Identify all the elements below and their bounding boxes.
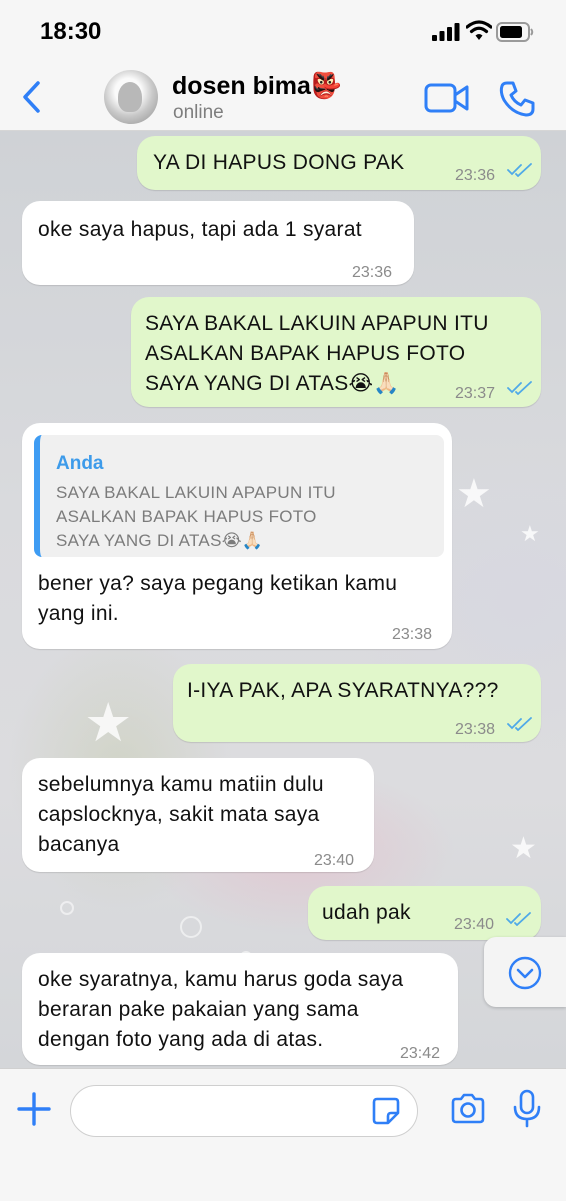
status-time: 18:30 xyxy=(40,18,102,45)
message-bubble-outgoing[interactable]: I-IYA PAK, APA SYARATNYA??? 23:38 xyxy=(173,664,541,742)
chat-area[interactable]: ★ ★ ★ ★ YA DI HAPUS DONG PAK 23:36 oke s… xyxy=(0,131,566,1068)
input-bar xyxy=(0,1068,566,1201)
message-bubble-incoming[interactable]: oke saya hapus, tapi ada 1 syarat 23:36 xyxy=(22,201,414,285)
message-text: oke syaratnya, kamu harus goda saya bera… xyxy=(38,968,404,1051)
message-bubble-outgoing[interactable]: SAYA BAKAL LAKUIN APAPUN ITU ASALKAN BAP… xyxy=(131,297,541,407)
contact-status: online xyxy=(173,102,224,123)
wallpaper-star: ★ xyxy=(510,832,537,865)
message-time: 23:36 xyxy=(352,264,393,281)
message-text: oke saya hapus, tapi ada 1 syarat xyxy=(38,218,362,241)
message-time: 23:40 xyxy=(454,916,495,933)
scroll-down-button[interactable] xyxy=(484,937,566,1007)
message-time: 23:37 xyxy=(455,385,496,402)
message-bubble-incoming[interactable]: Anda SAYA BAKAL LAKUIN APAPUN ITU ASALKA… xyxy=(22,423,452,649)
video-call-icon[interactable] xyxy=(424,82,470,114)
message-text: bener ya? saya pegang ketikan kamu yang … xyxy=(38,572,398,625)
message-text: YA DI HAPUS DONG PAK xyxy=(153,151,405,174)
quoted-text: SAYA BAKAL LAKUIN APAPUN ITU ASALKAN BAP… xyxy=(56,483,336,550)
message-text: sebelumnya kamu matiin dulu capslocknya,… xyxy=(38,773,324,856)
back-chevron-icon[interactable] xyxy=(20,80,44,114)
message-bubble-outgoing[interactable]: udah pak 23:40 xyxy=(308,886,541,940)
quoted-reply[interactable]: Anda SAYA BAKAL LAKUIN APAPUN ITU ASALKA… xyxy=(34,435,444,557)
wallpaper-drop xyxy=(60,901,74,915)
message-text: udah pak xyxy=(322,901,411,924)
chat-header: dosen bima👺 online xyxy=(0,66,566,131)
message-time: 23:42 xyxy=(400,1045,441,1062)
message-input[interactable] xyxy=(70,1085,418,1137)
wallpaper-star: ★ xyxy=(456,472,492,516)
plus-icon[interactable] xyxy=(16,1091,52,1127)
scroll-down-icon xyxy=(508,956,542,990)
message-text: SAYA BAKAL LAKUIN APAPUN ITU ASALKAN BAP… xyxy=(145,312,489,395)
message-time: 23:38 xyxy=(455,721,496,738)
quoted-author: Anda xyxy=(56,453,104,474)
message-bubble-incoming[interactable]: sebelumnya kamu matiin dulu capslocknya,… xyxy=(22,758,374,872)
contact-avatar[interactable] xyxy=(104,70,158,124)
status-bar: 18:30 xyxy=(0,0,566,66)
wifi-icon xyxy=(466,20,492,40)
cellular-signal-icon xyxy=(432,23,460,41)
sticker-icon[interactable] xyxy=(371,1096,401,1126)
message-time: 23:36 xyxy=(455,167,496,184)
mic-icon[interactable] xyxy=(512,1089,542,1129)
wallpaper-drop xyxy=(180,916,202,938)
wallpaper-star: ★ xyxy=(520,521,540,546)
message-bubble-incoming[interactable]: oke syaratnya, kamu harus goda saya bera… xyxy=(22,953,458,1065)
camera-icon[interactable] xyxy=(450,1093,486,1125)
message-time: 23:40 xyxy=(314,852,355,869)
wallpaper-star: ★ xyxy=(84,693,133,753)
read-ticks-icon xyxy=(506,912,531,926)
message-bubble-outgoing[interactable]: YA DI HAPUS DONG PAK 23:36 xyxy=(137,136,541,190)
read-ticks-icon xyxy=(507,163,532,177)
contact-name[interactable]: dosen bima👺 xyxy=(172,72,342,101)
message-time: 23:38 xyxy=(392,626,433,643)
phone-icon[interactable] xyxy=(498,80,536,118)
read-ticks-icon xyxy=(507,717,532,731)
battery-icon xyxy=(496,22,534,42)
read-ticks-icon xyxy=(507,381,532,395)
message-text: I-IYA PAK, APA SYARATNYA??? xyxy=(187,679,499,702)
